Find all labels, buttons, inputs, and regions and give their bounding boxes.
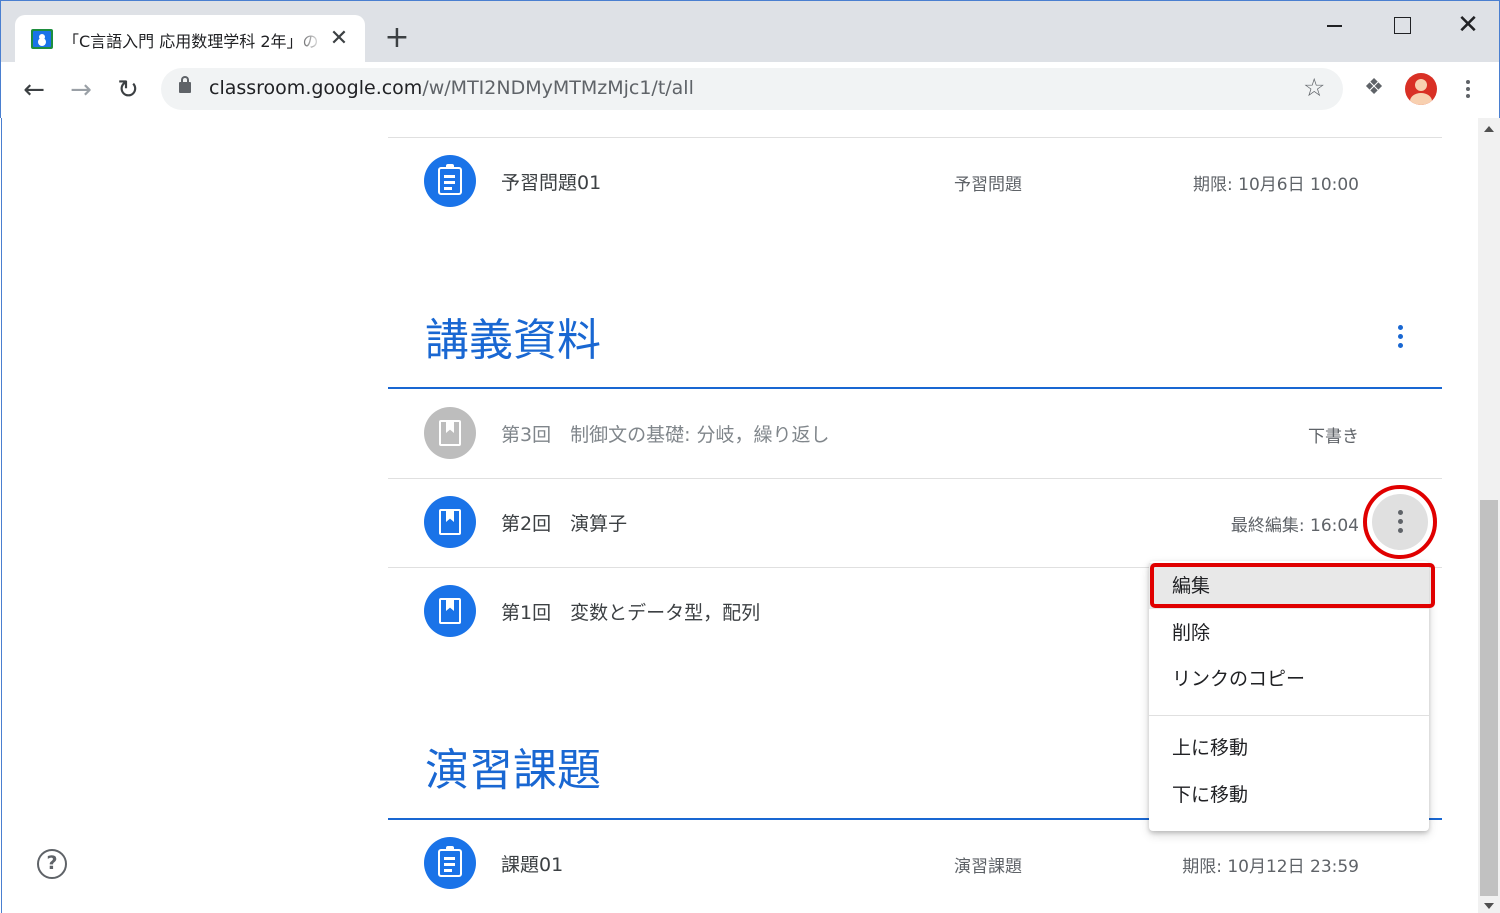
section-more-options-icon[interactable]: [1388, 323, 1412, 351]
close-window-button[interactable]: ✕: [1453, 11, 1483, 41]
profile-avatar[interactable]: [1405, 73, 1437, 105]
url-path: /w/MTI2NDMyMTMzMjc1/t/all: [422, 77, 694, 99]
help-icon[interactable]: ?: [37, 849, 67, 879]
item-topic: 予習問題: [954, 175, 1022, 195]
browser-tab[interactable]: 「C言語入門 応用数理学科 2年」の ✕: [15, 15, 365, 63]
item-title: 第2回 演算子: [501, 513, 628, 535]
page-scrollbar[interactable]: [1478, 118, 1500, 913]
bookmark-star-icon[interactable]: ☆: [1303, 73, 1325, 102]
item-topic: 演習課題: [954, 857, 1022, 877]
menu-divider: [1149, 715, 1429, 716]
menu-item-move-up[interactable]: 上に移動: [1149, 725, 1429, 771]
item-due-date: 期限: 10月12日 23:59: [1182, 857, 1359, 877]
tab-title: 「C言語入門 応用数理学科 2年」の: [63, 32, 319, 51]
section-divider: [388, 387, 1442, 389]
annotation-highlight-circle: [1363, 485, 1437, 559]
classwork-page: 予習問題01 予習問題 期限: 10月6日 10:00 講義資料 第3回 制御文…: [1, 118, 1477, 913]
item-status-draft: 下書き: [1308, 427, 1359, 447]
material-book-icon: [424, 407, 476, 459]
url-host: classroom.google.com: [209, 77, 423, 99]
scrollbar-thumb[interactable]: [1480, 500, 1498, 896]
back-arrow-icon[interactable]: ←: [20, 76, 48, 104]
forward-arrow-icon[interactable]: →: [67, 76, 95, 104]
address-bar[interactable]: classroom.google.com/w/MTI2NDMyMTMzMjc1/…: [161, 68, 1343, 110]
reload-icon[interactable]: ↻: [114, 76, 142, 104]
browser-menu-icon[interactable]: [1458, 78, 1478, 100]
item-due-date: 期限: 10月6日 10:00: [1193, 175, 1359, 195]
item-title: 課題01: [501, 854, 564, 876]
new-tab-button[interactable]: +: [381, 23, 413, 55]
menu-item-move-down[interactable]: 下に移動: [1149, 772, 1429, 818]
extensions-puzzle-icon[interactable]: ❖: [1361, 75, 1387, 101]
scroll-up-arrow-icon[interactable]: [1484, 126, 1494, 132]
tab-close-icon[interactable]: ✕: [327, 27, 351, 51]
browser-toolbar: ← → ↻ classroom.google.com/w/MTI2NDMyMTM…: [0, 62, 1500, 118]
annotation-highlight-box: [1150, 563, 1435, 608]
menu-item-delete[interactable]: 削除: [1149, 610, 1429, 656]
lock-icon: [179, 76, 191, 93]
divider: [388, 137, 1442, 138]
section-title-exercises: 演習課題: [425, 745, 601, 796]
item-title: 第3回 制御文の基礎: 分岐，繰り返し: [501, 424, 830, 446]
url-text[interactable]: classroom.google.com/w/MTI2NDMyMTMzMjc1/…: [209, 77, 694, 99]
item-last-edited: 最終編集: 16:04: [1230, 516, 1359, 536]
material-book-icon: [424, 496, 476, 548]
minimize-window-button[interactable]: [1319, 11, 1349, 41]
material-book-icon: [424, 585, 476, 637]
item-title: 予習問題01: [501, 172, 602, 194]
item-title: 第1回 変数とデータ型，配列: [501, 602, 761, 624]
section-title-lecture-materials: 講義資料: [425, 315, 601, 366]
divider: [388, 478, 1442, 479]
assignment-icon: [424, 837, 476, 889]
menu-item-copy-link[interactable]: リンクのコピー: [1149, 656, 1429, 702]
browser-tab-strip: 「C言語入門 応用数理学科 2年」の ✕ + ✕: [0, 0, 1500, 63]
maximize-window-button[interactable]: [1386, 11, 1416, 41]
assignment-icon: [424, 155, 476, 207]
scroll-down-arrow-icon[interactable]: [1484, 903, 1494, 909]
classroom-favicon-icon: [31, 29, 53, 49]
